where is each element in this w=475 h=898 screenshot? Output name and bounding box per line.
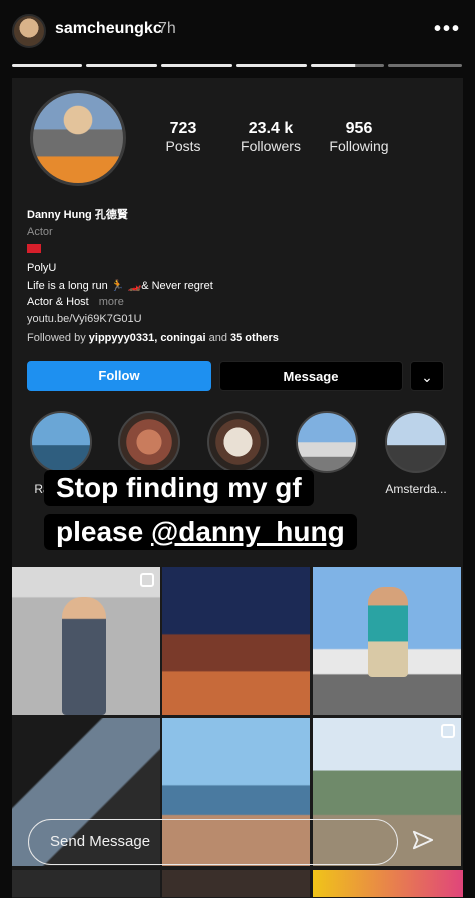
stat-posts-label: Posts bbox=[165, 138, 201, 154]
story-progress-segment bbox=[12, 64, 82, 67]
highlight-circle[interactable] bbox=[207, 411, 269, 473]
bio-line-text: Actor & Host bbox=[27, 296, 89, 308]
followed-by: Followed by yippyyy0331, coningai and 35… bbox=[27, 332, 279, 344]
stat-followers: 23.4 k Followers bbox=[226, 120, 316, 154]
bio-line: Actor & Host more bbox=[27, 296, 124, 308]
story-progress-segment bbox=[388, 64, 462, 67]
highlight-circle[interactable] bbox=[118, 411, 180, 473]
message-button[interactable]: Message bbox=[219, 361, 403, 391]
grid-photo[interactable] bbox=[12, 870, 160, 897]
story-progress-segment bbox=[86, 64, 157, 67]
chevron-down-icon[interactable]: ⌄ bbox=[410, 361, 444, 391]
followed-names[interactable]: yippyyy0331, coningai bbox=[89, 332, 206, 344]
highlight-label: Amsterda... bbox=[385, 482, 447, 496]
story-text-prefix: please bbox=[56, 516, 151, 547]
grid-photo[interactable] bbox=[313, 567, 461, 715]
story-time: 7h bbox=[158, 20, 176, 37]
followed-others[interactable]: 35 others bbox=[230, 332, 279, 344]
bio-line: Life is a long run 🏃 🏎️& Never regret bbox=[27, 280, 213, 292]
stat-followers-label: Followers bbox=[241, 138, 301, 154]
multiple-photos-icon bbox=[140, 573, 154, 587]
story-avatar[interactable] bbox=[12, 14, 46, 48]
paper-plane-icon[interactable] bbox=[412, 829, 434, 851]
hong-kong-flag-icon bbox=[27, 244, 41, 253]
highlight-circle[interactable] bbox=[385, 411, 447, 473]
grid-photo[interactable] bbox=[162, 870, 310, 897]
follow-button[interactable]: Follow bbox=[27, 361, 211, 391]
bio-more-link[interactable]: more bbox=[99, 296, 124, 308]
stat-posts: 723 Posts bbox=[138, 120, 228, 154]
story-text-line: Stop finding my gf bbox=[44, 470, 314, 506]
story-progress-segment bbox=[161, 64, 232, 67]
grid-photo[interactable] bbox=[12, 567, 160, 715]
followed-prefix: Followed by bbox=[27, 332, 89, 344]
profile-avatar bbox=[30, 90, 126, 186]
grid-photo[interactable] bbox=[313, 870, 463, 897]
story-progress-segment bbox=[236, 64, 307, 67]
highlight-circle[interactable] bbox=[30, 411, 92, 473]
stat-posts-value: 723 bbox=[169, 120, 197, 137]
story-text-line: please @danny_hung bbox=[44, 514, 357, 550]
profile-name: Danny Hung 孔德賢 bbox=[27, 209, 128, 221]
bio-line: PolyU bbox=[27, 262, 57, 274]
stat-following: 956 Following bbox=[314, 120, 404, 154]
followed-and: and bbox=[205, 332, 231, 344]
stat-following-label: Following bbox=[329, 138, 389, 154]
story-progress-segment bbox=[311, 64, 384, 67]
story-username[interactable]: samcheungkc bbox=[55, 20, 162, 38]
stat-followers-value: 23.4 k bbox=[248, 120, 294, 137]
highlight-circle[interactable] bbox=[296, 411, 358, 473]
multiple-photos-icon bbox=[441, 724, 455, 738]
profile-link[interactable]: youtu.be/Vyi69K7G01U bbox=[27, 313, 142, 325]
grid-photo[interactable] bbox=[162, 567, 310, 715]
more-dots-icon[interactable]: ••• bbox=[434, 18, 461, 41]
story-mention[interactable]: @danny_hung bbox=[151, 516, 345, 547]
profile-category: Actor bbox=[27, 226, 53, 238]
stat-following-value: 956 bbox=[345, 120, 373, 137]
send-message-placeholder: Send Message bbox=[50, 833, 151, 850]
